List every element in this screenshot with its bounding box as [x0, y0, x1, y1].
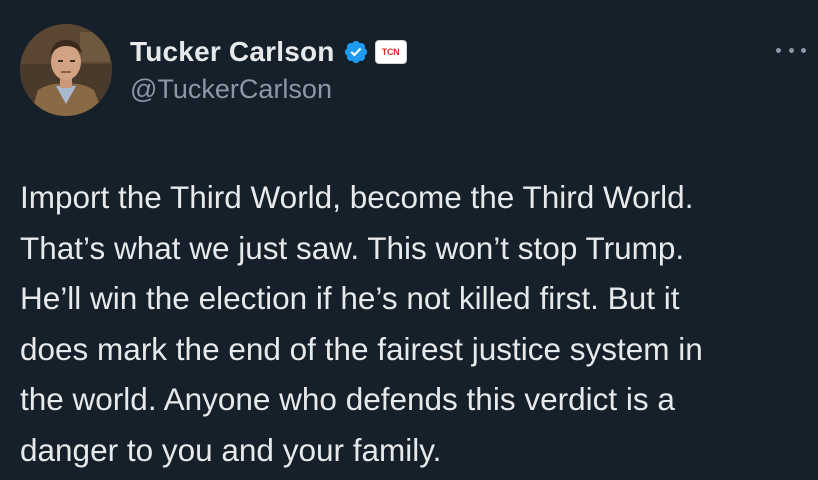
tweet-text-line: does mark the end of the fairest justice… — [20, 330, 703, 367]
avatar[interactable] — [20, 24, 112, 116]
avatar-image — [20, 24, 112, 116]
tweet-text-line: Import the Third World, become the Third… — [20, 179, 694, 215]
more-options-icon[interactable] — [776, 40, 806, 60]
more-dot — [801, 47, 806, 53]
affiliate-badge-icon[interactable]: TCN — [374, 40, 407, 64]
tweet-text-line: danger to you and your family. — [20, 431, 442, 468]
author-name-row: Tucker Carlson TCN — [130, 34, 407, 70]
author-handle[interactable]: @TuckerCarlson — [130, 74, 332, 105]
tweet-text-line: the world. Anyone who defends this verdi… — [20, 381, 675, 417]
affiliate-badge-label: TCN — [381, 47, 400, 57]
tweet-card: Tucker Carlson TCN @TuckerCarlson Import… — [0, 0, 818, 480]
verified-badge-icon[interactable] — [343, 39, 369, 65]
more-dot — [776, 47, 781, 53]
tweet-text-line: He’ll win the election if he’s not kille… — [20, 280, 680, 316]
author-display-name[interactable]: Tucker Carlson — [130, 36, 335, 68]
more-dot — [788, 47, 794, 53]
tweet-text-line: That’s what we just saw. This won’t stop… — [20, 229, 685, 266]
tweet-text: Import the Third World, become the Third… — [20, 172, 810, 475]
